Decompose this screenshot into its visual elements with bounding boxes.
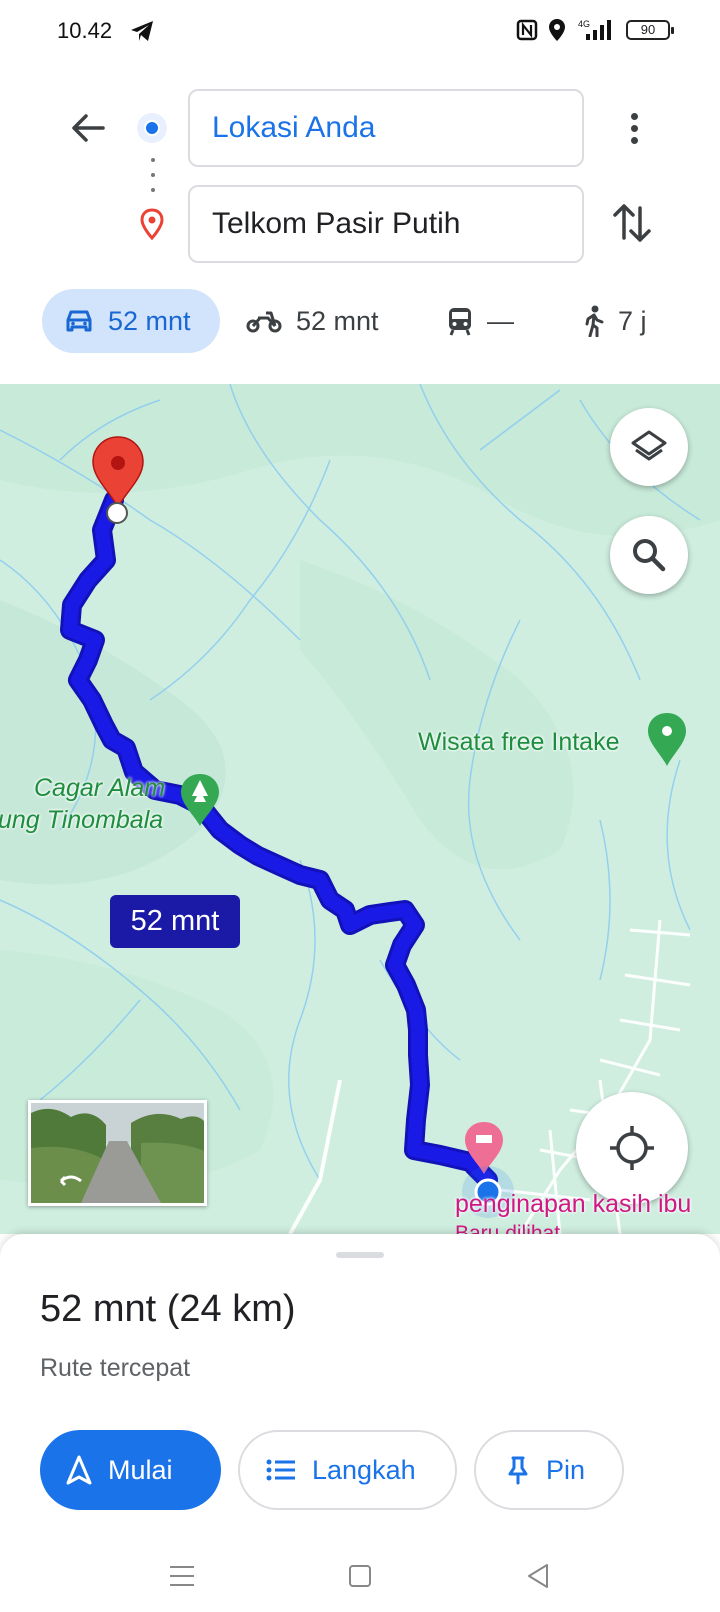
- home-square-icon: [349, 1565, 371, 1587]
- status-bar: 10.42 4G 90: [0, 0, 720, 64]
- mode-motorcycle-label: 52 mnt: [296, 305, 379, 336]
- mode-car-label: 52 mnt: [108, 305, 191, 336]
- network-text: 4G: [578, 19, 590, 29]
- mode-walk-label: 7 j: [618, 305, 647, 336]
- swap-icon: [613, 204, 651, 242]
- mode-tab-motorcycle[interactable]: 52 mnt: [246, 289, 379, 353]
- battery-indicator: 90: [626, 20, 674, 40]
- start-label: Mulai: [108, 1454, 173, 1485]
- nav-menu-button[interactable]: [160, 1554, 204, 1598]
- search-along-route-button[interactable]: [610, 516, 688, 594]
- start-button[interactable]: Mulai: [40, 1430, 221, 1510]
- nav-back-button[interactable]: [516, 1554, 560, 1598]
- poi-label-wisata[interactable]: Wisata free Intake: [418, 728, 619, 757]
- route-connector: [151, 158, 155, 192]
- more-options-button[interactable]: [610, 104, 658, 152]
- poi-marker-icon: [648, 713, 686, 766]
- search-icon: [633, 539, 666, 572]
- nav-home-button[interactable]: [338, 1554, 382, 1598]
- mode-tab-transit[interactable]: —: [447, 289, 514, 353]
- steps-label: Langkah: [312, 1454, 416, 1485]
- route-subtitle: Rute tercepat: [40, 1354, 191, 1382]
- transit-icon: [449, 308, 471, 336]
- route-summary: 52 mnt (24 km): [40, 1288, 296, 1330]
- status-time: 10.42: [57, 18, 113, 43]
- route-eta-bubble[interactable]: 52 mnt: [110, 895, 240, 948]
- telegram-icon: [131, 21, 153, 41]
- status-icons: 4G 90: [516, 18, 674, 42]
- car-icon: [66, 310, 92, 332]
- list-icon: [266, 1459, 295, 1481]
- poi-label-cagar-line2[interactable]: ung Tinombala: [0, 806, 163, 835]
- mode-tab-car[interactable]: 52 mnt: [42, 289, 220, 353]
- walk-icon: [585, 305, 604, 337]
- back-triangle-icon: [528, 1564, 548, 1588]
- poi-label-hotel[interactable]: penginapan kasih ibu: [455, 1190, 691, 1219]
- pin-icon: [508, 1456, 528, 1485]
- pin-label: Pin: [546, 1454, 586, 1485]
- destination-pin-icon: [140, 208, 164, 240]
- origin-input[interactable]: Lokasi Anda: [188, 89, 584, 167]
- menu-icon: [170, 1566, 194, 1586]
- location-status-icon: [549, 19, 565, 41]
- layers-button[interactable]: [610, 408, 688, 486]
- mode-tab-walk[interactable]: 7 j: [582, 289, 647, 353]
- motorcycle-icon: [246, 311, 282, 333]
- pin-button[interactable]: Pin: [474, 1430, 624, 1510]
- nfc-icon: [516, 19, 538, 41]
- system-nav-bar: [0, 1540, 720, 1612]
- layers-icon: [631, 430, 667, 461]
- my-location-button[interactable]: [576, 1092, 688, 1204]
- back-arrow-icon: [72, 114, 105, 142]
- destination-input[interactable]: Telkom Pasir Putih: [188, 185, 584, 263]
- more-vert-icon: [630, 112, 638, 120]
- back-button[interactable]: [60, 100, 116, 156]
- street-view-thumbnail[interactable]: [28, 1100, 207, 1206]
- mode-transit-label: —: [487, 305, 514, 336]
- navigation-icon: [66, 1455, 92, 1485]
- signal-icon: 4G: [578, 19, 611, 40]
- poi-label-cagar-line1[interactable]: Cagar Alam: [34, 774, 165, 803]
- origin-dot-icon: [137, 113, 167, 143]
- my-location-icon: [610, 1126, 654, 1170]
- sheet-drag-handle[interactable]: [336, 1252, 384, 1258]
- steps-button[interactable]: Langkah: [238, 1430, 457, 1510]
- street-view-image: [31, 1103, 204, 1203]
- swap-button[interactable]: [608, 198, 656, 248]
